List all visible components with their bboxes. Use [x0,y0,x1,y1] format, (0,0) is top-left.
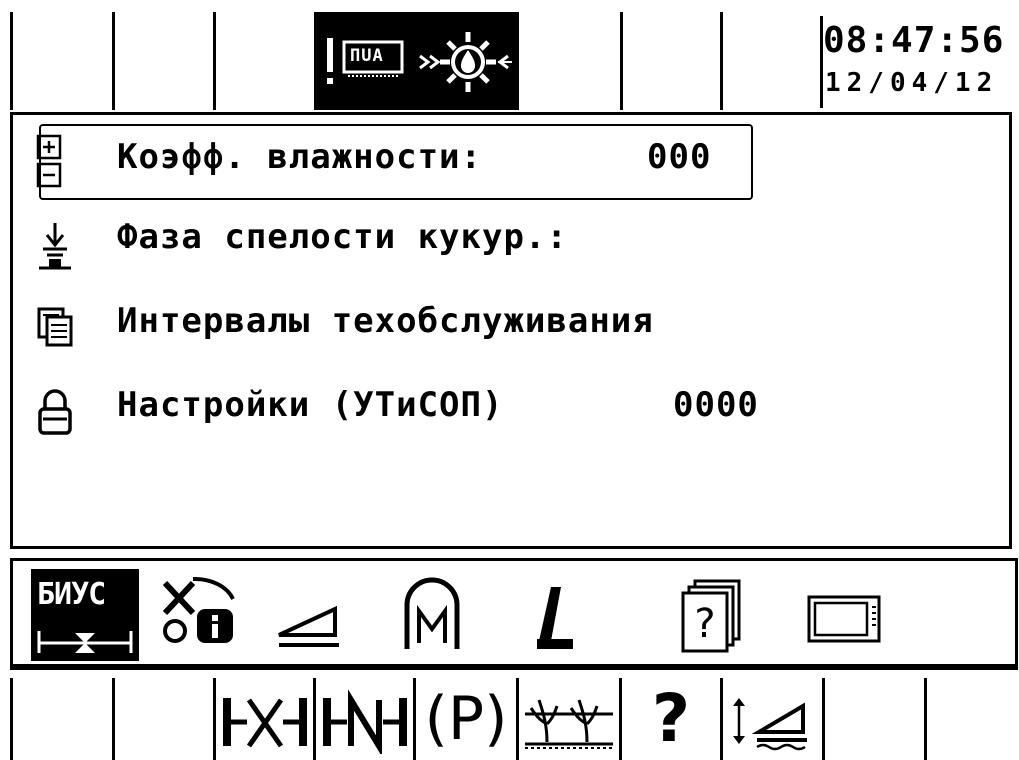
clock: 08:47:56 12/04/12 [820,16,1019,108]
settings-menu-panel: Коэфф. влажности: 000 Фаза спелости куку… [10,112,1012,549]
divider [213,12,216,110]
plus-minus-icon [35,133,75,188]
svg-text:?: ? [694,601,715,647]
divider [10,12,13,110]
softkey-help[interactable]: ? [622,678,720,760]
menu-item-value: 0000 [673,385,759,425]
help-icon: ? [651,680,691,757]
softkey-2[interactable] [115,678,213,760]
pua-module-icon: ПUA [342,40,406,80]
softkey-1[interactable] [13,678,112,760]
hydraulic-gear-icon [418,26,514,96]
softkey-cut-width-n[interactable] [316,678,413,760]
motor-tab-icon [404,577,460,649]
tab-length[interactable] [531,569,581,661]
menu-item-settings-utisop[interactable]: Настройки (УТиСОП) 0000 [13,379,1003,439]
status-bar: ПUA 08:47:56 12/04/12 [0,0,1019,110]
pua-label: ПUA [350,46,384,66]
corn-ripeness-icon [35,221,75,270]
softkey-cut-width-x[interactable] [216,678,313,760]
info-settings-tab-icon [162,576,235,643]
menu-item-service-intervals[interactable]: Интервалы техобслуживания [13,295,1003,355]
clock-date: 12/04/12 [825,68,999,98]
tab-info-settings[interactable] [161,569,241,661]
tab-slope[interactable] [275,569,345,661]
length-tab-icon [537,587,573,649]
divider [620,12,623,110]
tab-biys[interactable]: БИУС [31,569,139,661]
width-measure-icon [37,631,133,653]
crop-height-icon [525,699,613,749]
tab-motor[interactable] [399,569,465,661]
menu-item-value: 000 [647,137,712,177]
status-indicator-group[interactable]: ПUA [314,12,519,110]
divider [924,678,927,760]
cut-width-x-icon [222,698,307,748]
slope-adjust-icon [732,698,807,751]
service-document-icon [35,305,75,351]
softkey-bar: (P) ? [0,672,1019,760]
help-document-tab-icon: ? [681,579,741,653]
tab-strip: БИУС ? [10,558,1018,670]
menu-item-label: Настройки (УТиСОП) [117,385,504,425]
divider [720,12,723,110]
menu-item-corn-ripeness[interactable]: Фаза спелости кукур.: [13,211,1003,271]
softkey-p[interactable]: (P) [416,678,516,760]
lock-icon [35,389,75,435]
menu-item-label: Интервалы техобслуживания [117,301,654,341]
softkey-9[interactable] [825,678,924,760]
warning-exclamation-icon [324,38,336,88]
display-tab-icon [807,595,881,643]
p-in-parentheses-icon: (P) [424,684,508,754]
cut-width-n-icon [322,689,407,754]
softkey-slope-adjust[interactable] [723,678,822,760]
menu-item-label: Фаза спелости кукур.: [117,217,568,257]
menu-item-moisture-coefficient[interactable]: Коэфф. влажности: 000 [13,131,1003,191]
clock-time: 08:47:56 [823,20,1005,61]
menu-item-label: Коэфф. влажности: [117,137,482,177]
tab-display[interactable] [805,569,885,661]
slope-tab-icon [278,605,339,647]
softkey-crop-height[interactable] [519,678,619,760]
tab-help-document[interactable]: ? [677,569,749,661]
divider [112,12,115,110]
